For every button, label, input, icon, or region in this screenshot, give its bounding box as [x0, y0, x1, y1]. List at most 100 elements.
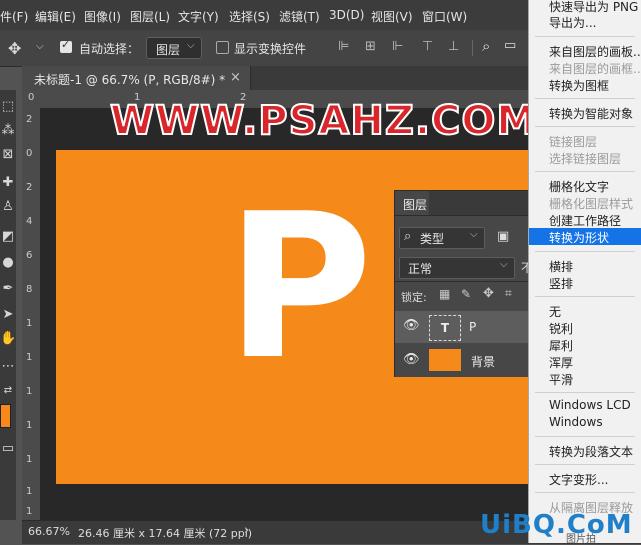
menu-separator: [535, 296, 635, 297]
zoom-level[interactable]: 66.67%: [28, 525, 70, 538]
clone-stamp-tool-icon[interactable]: ♙: [0, 198, 16, 216]
close-icon[interactable]: ×: [230, 70, 241, 85]
menu-item-windows-lcd[interactable]: Windows LCD: [549, 398, 631, 412]
blur-tool-icon[interactable]: ●: [0, 254, 16, 272]
tab-layers[interactable]: 图层: [395, 191, 429, 215]
eye-icon[interactable]: 👁: [403, 318, 420, 333]
align-left-icon[interactable]: ⊫: [338, 39, 349, 54]
ruler-mark: 2: [26, 182, 33, 193]
hand-tool-icon[interactable]: ✋: [0, 330, 16, 348]
crop-tool-icon[interactable]: ⊠: [0, 146, 16, 164]
ruler-mark: 1: [26, 386, 33, 397]
menu-type[interactable]: 文字(Y): [178, 8, 219, 25]
context-menu: 快速导出为 PNG 导出为... 来自图层的画板... 来自图层的画框... 转…: [528, 0, 641, 543]
menu-item-horizontal[interactable]: 横排: [549, 258, 573, 275]
menu-item-vertical[interactable]: 竖排: [549, 275, 573, 292]
eraser-tool-icon[interactable]: ◩: [0, 228, 16, 246]
menu-item-label: 转换为形状: [549, 231, 610, 245]
layers-panel: 图层 ⌕ 类型 ⌵ ▣ 正常 ⌵ 不 锁定: ▦ ✎ ✥ ⌗ 👁 T P 👁 背…: [394, 190, 536, 377]
magic-wand-tool-icon[interactable]: ⁂: [0, 122, 16, 140]
menu-item-convert-to-paragraph-text[interactable]: 转换为段落文本: [549, 443, 633, 460]
menu-item-create-work-path[interactable]: 创建工作路径: [549, 212, 621, 229]
lock-position-icon[interactable]: ✥: [483, 286, 494, 301]
menu-item-warp-text[interactable]: 文字变形...: [549, 471, 608, 488]
menu-item-rasterize-layer-style: 栅格化图层样式: [549, 197, 634, 211]
ruler-mark: 1: [26, 486, 33, 497]
search-icon[interactable]: ⌕: [482, 37, 490, 55]
show-transform-checkbox[interactable]: [216, 41, 229, 54]
menu-separator: [535, 392, 635, 393]
menu-image[interactable]: 图像(I): [84, 8, 121, 25]
layer-select-value: 图层: [156, 43, 181, 57]
menu-item-frame-from-layers: 来自图层的画框...: [549, 62, 641, 76]
ruler-mark: 4: [26, 216, 33, 227]
chevron-down-icon: ⌵: [470, 229, 478, 240]
ruler-mark: 1: [26, 318, 33, 329]
menu-filter[interactable]: 滤镜(T): [279, 8, 320, 25]
align-middle-icon[interactable]: ⊥: [448, 39, 459, 54]
more-tools-icon[interactable]: ⋯: [0, 358, 16, 376]
auto-select-checkbox[interactable]: ✓: [60, 38, 72, 53]
menu-item-windows[interactable]: Windows: [549, 415, 603, 429]
marquee-tool-icon[interactable]: ⬚: [0, 98, 16, 116]
status-menu-arrow-icon[interactable]: ›: [244, 523, 249, 538]
image-filter-icon[interactable]: ▣: [497, 229, 509, 244]
menu-item-convert-to-shape[interactable]: 转换为形状: [529, 228, 641, 245]
workspace-icon[interactable]: ▭: [504, 38, 516, 53]
lock-pixels-icon[interactable]: ✎: [461, 287, 471, 301]
lock-artboard-icon[interactable]: ⌗: [505, 286, 512, 301]
align-center-icon[interactable]: ⊞: [365, 39, 376, 54]
eye-icon[interactable]: 👁: [403, 352, 420, 367]
path-select-tool-icon[interactable]: ➤: [0, 306, 16, 324]
menu-item-export-as[interactable]: 导出为...: [549, 14, 596, 31]
healing-brush-tool-icon[interactable]: ✚: [0, 174, 16, 192]
ruler-mark: 1: [26, 352, 33, 363]
ruler-mark: 2: [26, 114, 33, 125]
layer-name[interactable]: P: [469, 320, 476, 334]
lock-transparent-icon[interactable]: ▦: [439, 287, 450, 301]
menu-item-rasterize-type[interactable]: 栅格化文字: [549, 178, 609, 195]
menu-item-aa-smooth[interactable]: 平滑: [549, 371, 573, 388]
ruler-mark: 8: [26, 284, 33, 295]
menu-edit[interactable]: 编辑(E): [35, 8, 76, 25]
document-tab[interactable]: 未标题-1 @ 66.7% (P, RGB/8#) * ×: [22, 66, 251, 90]
canvas-text-layer[interactable]: P: [226, 188, 373, 388]
menu-item-convert-to-smart-object[interactable]: 转换为智能对象: [549, 105, 633, 122]
menu-separator: [535, 436, 635, 437]
menu-item-aa-crisp[interactable]: 犀利: [549, 337, 573, 354]
menu-item-quick-export-png[interactable]: 快速导出为 PNG: [549, 0, 638, 15]
layer-row[interactable]: 👁 T P: [395, 311, 529, 343]
move-tool-icon[interactable]: ✥: [8, 39, 21, 58]
menu-window[interactable]: 窗口(W): [422, 8, 467, 25]
screen-mode-icon[interactable]: ▭: [0, 440, 16, 458]
align-right-icon[interactable]: ⊩: [392, 39, 403, 54]
swap-colors-icon[interactable]: ⇄: [0, 382, 16, 400]
layer-select-dropdown[interactable]: 图层 ⌵: [146, 37, 202, 59]
ruler-mark: 1: [26, 420, 33, 431]
document-tab-title: 未标题-1 @ 66.7% (P, RGB/8#) *: [34, 73, 226, 87]
menu-item-convert-to-frame[interactable]: 转换为图框: [549, 77, 609, 94]
tools-panel: ⬚ ⁂ ⊠ ✚ ♙ ◩ ● ✒ ➤ ✋ ⋯ ⇄ ▭: [0, 90, 16, 520]
menu-file[interactable]: 件(F): [0, 8, 28, 25]
menu-layer[interactable]: 图层(L): [130, 8, 170, 25]
blend-mode-value: 正常: [408, 262, 433, 276]
menu-view[interactable]: 视图(V): [371, 8, 413, 25]
menu-item-aa-sharp[interactable]: 锐利: [549, 320, 573, 337]
menu-item-artboard-from-layers[interactable]: 来自图层的画板...: [549, 43, 641, 60]
pen-tool-icon[interactable]: ✒: [0, 280, 16, 298]
layer-name[interactable]: 背景: [471, 353, 495, 370]
blend-mode-dropdown[interactable]: 正常 ⌵: [399, 257, 515, 279]
layer-row[interactable]: 👁 背景: [395, 345, 529, 377]
menu-select[interactable]: 选择(S): [229, 8, 270, 25]
menu-3d[interactable]: 3D(D): [329, 8, 364, 22]
menu-item-aa-none[interactable]: 无: [549, 303, 561, 320]
ruler-mark: 1: [26, 454, 33, 465]
menu-separator: [535, 126, 635, 127]
layer-filter-dropdown[interactable]: ⌕ 类型 ⌵: [399, 227, 485, 249]
menu-item-aa-strong[interactable]: 浑厚: [549, 354, 573, 371]
lock-label: 锁定:: [401, 291, 427, 304]
foreground-color-swatch[interactable]: [0, 404, 11, 428]
chevron-down-icon[interactable]: ⌵: [36, 41, 44, 52]
align-top-icon[interactable]: ⊤: [422, 39, 433, 54]
divider: [472, 40, 473, 56]
